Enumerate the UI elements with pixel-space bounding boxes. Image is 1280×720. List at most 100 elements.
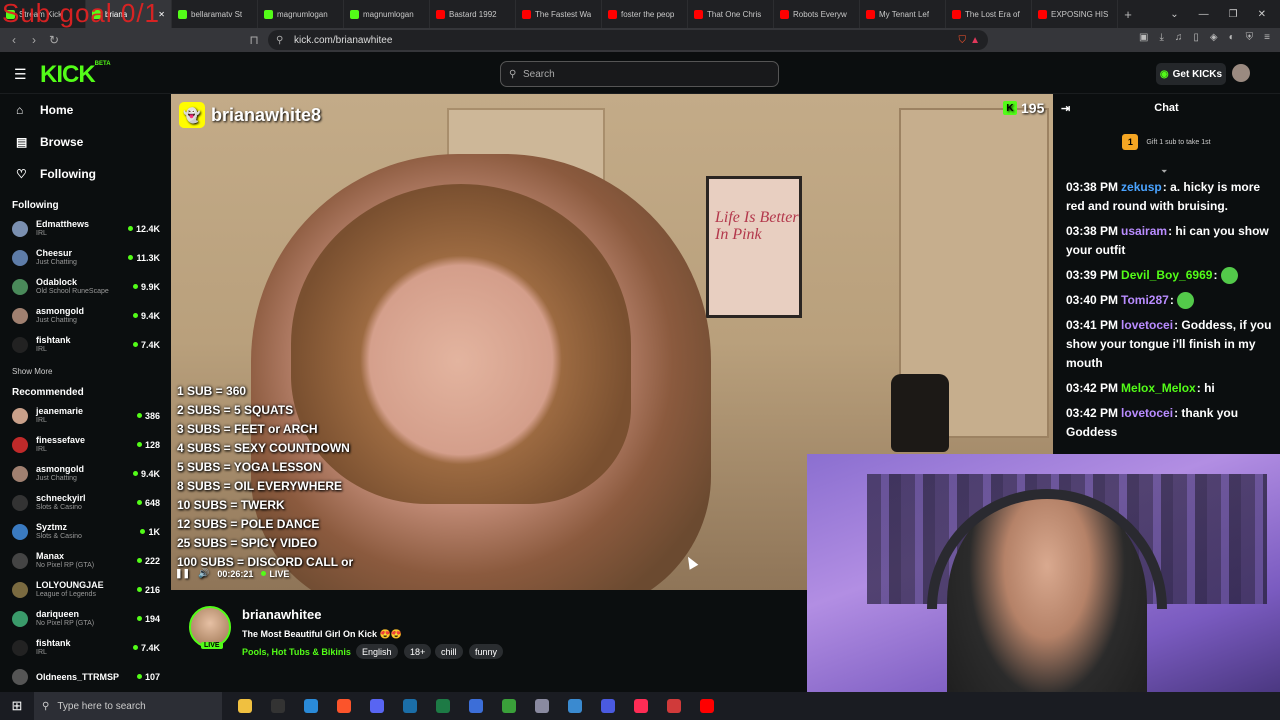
get-kicks-button[interactable]: ◉ Get KICKs <box>1156 63 1226 85</box>
browser-tab[interactable]: My Tenant Lef <box>860 0 946 28</box>
chat-timestamp: 03:42 PM <box>1066 381 1119 395</box>
channel-category: Old School RuneScape <box>36 288 109 295</box>
channel-item[interactable]: fishtank IRL 7.4K <box>0 633 170 662</box>
pause-icon[interactable]: ❚❚ <box>175 568 190 579</box>
sidebar-nav-following[interactable]: ♡ Following <box>0 158 170 190</box>
tag-18plus[interactable]: 18+ <box>404 644 432 659</box>
chat-username[interactable]: Devil_Boy_6969 <box>1121 268 1212 282</box>
bookmark-icon[interactable]: ⊓ <box>244 33 264 47</box>
channel-item[interactable]: Cheesur Just Chatting 11.3K <box>0 243 170 272</box>
menu-icon[interactable]: ≡ <box>1264 32 1270 43</box>
stream-category[interactable]: Pools, Hot Tubs & Bikinis <box>242 647 351 657</box>
steam-icon[interactable] <box>393 692 426 720</box>
live-dot-icon <box>132 645 138 650</box>
notepad-icon[interactable] <box>558 692 591 720</box>
channel-item[interactable]: Oldneens_TTRMSP 107 <box>0 662 170 691</box>
hamburger-menu-icon[interactable]: ☰ <box>14 66 27 83</box>
channel-avatar <box>12 581 28 598</box>
channel-item[interactable]: Edmatthews IRL 12.4K <box>0 214 170 243</box>
sidebar-icon[interactable]: ▣ <box>1139 32 1148 43</box>
wallet-icon[interactable]: ◐ <box>1229 32 1235 43</box>
new-tab-button[interactable]: + <box>1118 7 1138 22</box>
taskbar-search[interactable]: ⚲ Type here to search <box>34 692 222 720</box>
discord-icon[interactable] <box>360 692 393 720</box>
site-info-icon[interactable]: ⚲ <box>276 35 283 46</box>
channel-name[interactable]: brianawhitee <box>242 607 321 622</box>
tiktok-icon[interactable] <box>624 692 657 720</box>
browser-tab[interactable]: EXPOSING HIS <box>1032 0 1118 28</box>
reload-icon[interactable]: ↻ <box>44 33 64 47</box>
chat-username[interactable]: Melox_Melox <box>1121 381 1196 395</box>
brave-rewards-icon[interactable]: ▲ <box>970 35 980 46</box>
channel-item[interactable]: LOLYOUNGJAE League of Legends 216 <box>0 575 170 604</box>
excel-icon[interactable] <box>426 692 459 720</box>
address-bar[interactable]: ⚲ kick.com/brianawhitee ⛉ ▲ <box>268 30 988 50</box>
forward-icon[interactable]: › <box>24 33 44 47</box>
browser-tab[interactable]: magnumlogan <box>258 0 344 28</box>
show-more-button[interactable]: Show More <box>0 359 170 383</box>
channel-category: Just Chatting <box>36 475 77 482</box>
collapse-chat-icon[interactable]: ⇥ <box>1061 102 1070 115</box>
media-icon[interactable]: ♫ <box>1175 32 1183 43</box>
youtube-icon[interactable] <box>690 692 723 720</box>
browser-tab[interactable]: magnumlogan <box>344 0 430 28</box>
chat-username[interactable]: zekusp <box>1121 180 1162 194</box>
sidebar-nav-browse[interactable]: ▤ Browse <box>0 126 170 158</box>
browser-tab[interactable]: The Lost Era of <box>946 0 1032 28</box>
volume-icon[interactable]: 🔊 <box>198 568 209 579</box>
pinned-icon[interactable]: ⏷ <box>1161 167 1167 177</box>
sub-goal-line: 25 SUBS = SPICY VIDEO <box>177 536 318 550</box>
channel-item[interactable]: asmongold Just Chatting 9.4K <box>0 301 170 330</box>
brave-shield-icon[interactable]: ⛉ <box>959 35 967 46</box>
browser-tab[interactable]: That One Chris <box>688 0 774 28</box>
tag-chill[interactable]: chill <box>435 644 463 659</box>
channel-item[interactable]: Manax No Pixel RP (GTA) 222 <box>0 546 170 575</box>
channel-item[interactable]: asmongold Just Chatting 9.4K <box>0 459 170 488</box>
reading-list-icon[interactable]: ▯ <box>1193 32 1199 43</box>
maximize-button[interactable]: ❐ <box>1229 9 1238 20</box>
browser-tab[interactable]: Bastard 1992 <box>430 0 516 28</box>
channel-item[interactable]: dariqueen No Pixel RP (GTA) 194 <box>0 604 170 633</box>
browser-tab[interactable]: foster the peop <box>602 0 688 28</box>
channel-item[interactable]: fishtank IRL 7.4K <box>0 330 170 359</box>
tag-funny[interactable]: funny <box>469 644 504 659</box>
tag-english[interactable]: English <box>356 644 398 659</box>
search-input[interactable]: ⚲ Search <box>500 61 779 87</box>
chat-username[interactable]: Tomi287 <box>1121 293 1169 307</box>
shield-app-icon[interactable] <box>525 692 558 720</box>
chat-username[interactable]: lovetocei <box>1121 406 1173 420</box>
tab-favicon-icon <box>1038 9 1047 19</box>
close-window-button[interactable]: ✕ <box>1258 9 1266 20</box>
file-explorer-icon[interactable] <box>228 692 261 720</box>
app-window-icon[interactable] <box>459 692 492 720</box>
back-icon[interactable]: ‹ <box>4 33 24 47</box>
url-text: kick.com/brianawhitee <box>294 34 393 46</box>
app-blue-icon[interactable] <box>294 692 327 720</box>
browser-tab[interactable]: The Fastest Wa <box>516 0 602 28</box>
chat-username[interactable]: usairam <box>1121 224 1167 238</box>
download-icon[interactable]: ⤓ <box>1159 32 1163 43</box>
browser-tab[interactable]: Robots Everyw <box>774 0 860 28</box>
sub-goal-line: 12 SUBS = POLE DANCE <box>177 517 320 531</box>
browser-tab[interactable]: bellaramatv St <box>172 0 258 28</box>
tab-list-icon[interactable]: ⌄ <box>1170 9 1178 20</box>
user-avatar[interactable] <box>1232 64 1250 82</box>
channel-item[interactable]: finessefave IRL 128 <box>0 430 170 459</box>
xbox-icon[interactable] <box>492 692 525 720</box>
windows-start-icon[interactable]: ⊞ <box>0 692 34 720</box>
epic-games-icon[interactable] <box>261 692 294 720</box>
channel-item[interactable]: Odablock Old School RuneScape 9.9K <box>0 272 170 301</box>
messenger-icon[interactable] <box>591 692 624 720</box>
channel-item[interactable]: schneckyirl Slots & Casino 648 <box>0 488 170 517</box>
sidebar-nav-home[interactable]: ⌂ Home <box>0 94 170 126</box>
vpn-icon[interactable]: ⛨ <box>1246 32 1254 43</box>
channel-item[interactable]: Syztmz Slots & Casino 1K <box>0 517 170 546</box>
app-red-icon[interactable] <box>657 692 690 720</box>
chat-username[interactable]: lovetocei <box>1121 318 1173 332</box>
gift-sub-banner[interactable]: 1 Gift 1 sub to take 1st <box>1053 134 1280 150</box>
channel-item[interactable]: jeanemarie IRL 386 <box>0 401 170 430</box>
kick-logo[interactable]: KICKBETA <box>40 61 111 89</box>
brave-browser-icon[interactable] <box>327 692 360 720</box>
minimize-button[interactable]: — <box>1199 9 1209 20</box>
extension-icon[interactable]: ◈ <box>1210 32 1218 43</box>
